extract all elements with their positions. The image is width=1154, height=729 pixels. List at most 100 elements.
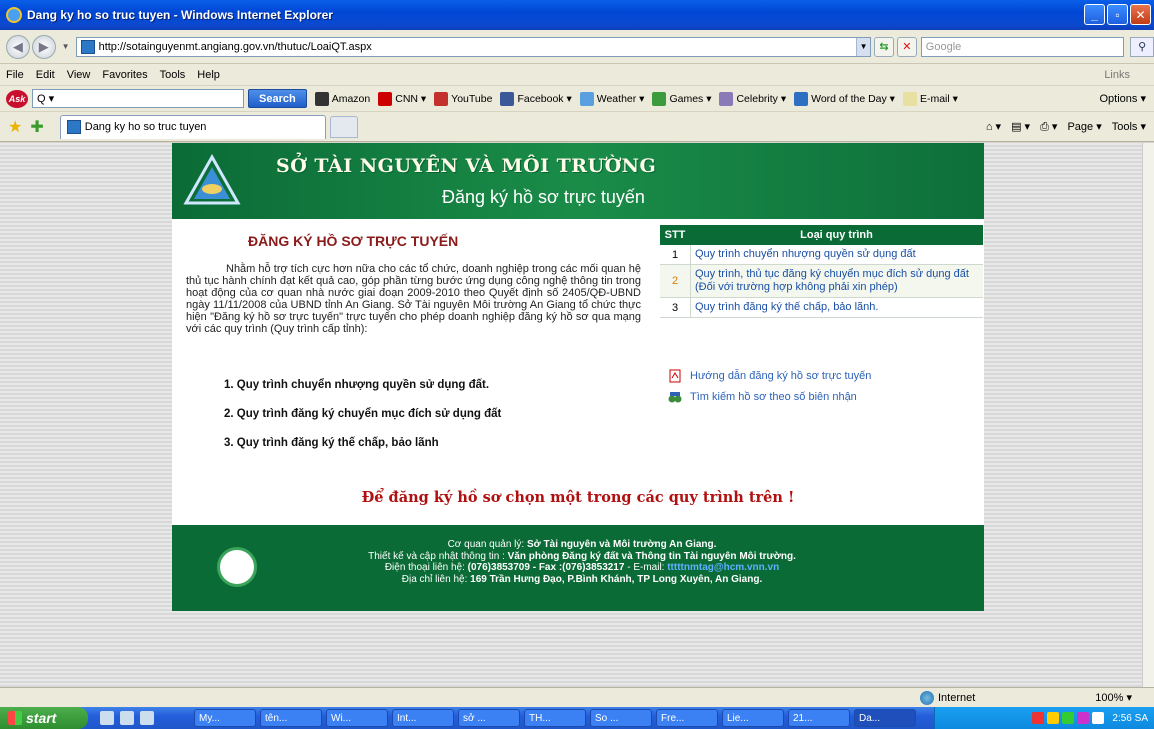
window-titlebar[interactable]: Dang ky ho so truc tuyen - Windows Inter… (0, 0, 1154, 30)
toolbar-amazon[interactable]: Amazon (314, 91, 370, 106)
table-header: STT Loại quy trình (660, 225, 983, 245)
site-tagline: Đăng ký hồ sơ trực tuyến (442, 187, 645, 207)
tray-icon[interactable] (1047, 712, 1060, 724)
search-receipt-link[interactable]: Tìm kiếm hồ sơ theo số biên nhận (668, 390, 871, 404)
links-toolbar[interactable]: Links (1104, 69, 1130, 81)
org-name: SỞ TÀI NGUYÊN VÀ MÔI TRƯỜNG (276, 155, 657, 177)
call-to-action: Để đăng ký hồ sơ chọn một trong các quy … (361, 489, 795, 506)
toolbar-youtube[interactable]: YouTube (434, 91, 492, 106)
quick-launch-icon[interactable] (140, 711, 154, 725)
taskbar-button[interactable]: 21... (788, 709, 850, 727)
taskbar-button[interactable]: Lie... (722, 709, 784, 727)
close-button[interactable]: ✕ (1130, 4, 1151, 25)
menu-view[interactable]: View (67, 69, 91, 81)
tray-icon[interactable] (1077, 712, 1090, 724)
back-button[interactable]: ◀ (6, 34, 30, 59)
intro-paragraph: Nhằm hỗ trợ tích cực hơn nữa cho các tổ … (186, 263, 641, 335)
tab-row: ★ ✚ Dang ky ho so truc tuyen ⌂ ▾ ▤ ▾ ⎙ ▾… (0, 112, 1154, 142)
page-favicon-icon (80, 39, 95, 54)
tray-icon[interactable] (1092, 712, 1105, 724)
content-viewport: SỞ TÀI NGUYÊN VÀ MÔI TRƯỜNG Đăng ký hồ s… (0, 143, 1142, 687)
security-zone[interactable]: Internet (920, 690, 975, 705)
site-banner: SỞ TÀI NGUYÊN VÀ MÔI TRƯỜNG Đăng ký hồ s… (172, 143, 984, 219)
taskbar-button-active[interactable]: Da... (854, 709, 916, 727)
toolbar-celebrity[interactable]: Celebrity ▾ (719, 91, 786, 106)
minimize-button[interactable]: _ (1084, 4, 1105, 25)
site-footer: Cơ quan quản lý: Sở Tài nguyên và Môi tr… (172, 525, 984, 611)
forward-button[interactable]: ▶ (31, 34, 56, 59)
search-input[interactable]: Google (920, 36, 1125, 57)
add-favorites-icon[interactable]: ✚ (30, 117, 43, 137)
feeds-icon[interactable]: ▤ ▾ (1011, 120, 1030, 133)
menu-favorites[interactable]: Favorites (102, 69, 147, 81)
tools-menu[interactable]: Tools ▾ (1112, 120, 1146, 133)
toolbar-email[interactable]: E-mail ▾ (902, 91, 958, 106)
menu-bar: File Edit View Favorites Tools Help Link… (0, 64, 1154, 86)
amazon-icon (314, 91, 329, 106)
taskbar-button[interactable]: So ... (590, 709, 652, 727)
taskbar-button[interactable]: sở ... (458, 709, 520, 727)
url-dropdown-icon[interactable]: ▼ (856, 37, 871, 56)
guide-link[interactable]: Hướng dẫn đăng ký hồ sơ trực tuyến (668, 369, 871, 383)
menu-tools[interactable]: Tools (160, 69, 186, 81)
tray-icon[interactable] (1032, 712, 1045, 724)
taskbar-button[interactable]: TH... (524, 709, 586, 727)
window-title: Dang ky ho so truc tuyen - Windows Inter… (27, 8, 333, 22)
tray-icon[interactable] (1062, 712, 1075, 724)
footer-email-link[interactable]: tttttnmtag@hcm.vnn.vn (667, 562, 779, 573)
toolbar-facebook[interactable]: Facebook ▾ (500, 91, 572, 106)
vertical-scrollbar[interactable] (1142, 143, 1154, 687)
menu-edit[interactable]: Edit (36, 69, 55, 81)
taskbar-button[interactable]: Fre... (656, 709, 718, 727)
favorites-star-icon[interactable]: ★ (8, 117, 22, 137)
email-icon (902, 91, 917, 106)
tab-current[interactable]: Dang ky ho so truc tuyen (59, 114, 326, 139)
address-bar: ◀ ▶ ▼ http://sotainguyenmt.angiang.gov.v… (0, 30, 1154, 64)
ask-toolbar: Ask Q ▾ Search Amazon CNN ▾ YouTube Face… (0, 86, 1154, 112)
toolbar-cnn[interactable]: CNN ▾ (378, 91, 426, 106)
list-item: 2. Quy trình đăng ký chuyển mục đích sử … (224, 408, 502, 420)
status-bar: Internet 100% ▾ (0, 687, 1154, 707)
table-row: 2 Quy trình, thủ tục đăng ký chuyển mục … (660, 265, 983, 298)
recent-pages-dropdown[interactable]: ▼ (62, 42, 70, 51)
ask-logo-icon[interactable]: Ask (6, 89, 28, 108)
ask-search-input[interactable]: Q ▾ (32, 89, 244, 108)
pdf-icon (669, 369, 681, 383)
stop-button[interactable]: ✕ (896, 36, 917, 57)
start-button[interactable]: start (0, 707, 88, 729)
url-text[interactable]: http://sotainguyenmt.angiang.gov.vn/thut… (99, 41, 857, 53)
ask-search-button[interactable]: Search (248, 89, 307, 108)
taskbar-button[interactable]: Wi... (326, 709, 388, 727)
toolbar-games[interactable]: Games ▾ (652, 91, 711, 106)
taskbar-button[interactable]: My... (194, 709, 256, 727)
row-number: 3 (671, 301, 679, 314)
menu-help[interactable]: Help (197, 69, 220, 81)
procedure-link[interactable]: Quy trình đăng ký thế chấp, bảo lãnh. (690, 298, 983, 317)
toolbar-word-of-the-day[interactable]: Word of the Day ▾ (794, 91, 895, 106)
toolbar-weather[interactable]: Weather ▾ (579, 91, 644, 106)
youtube-icon (434, 91, 449, 106)
clock: 2:56 SA (1112, 712, 1148, 724)
list-item: 3. Quy trình đăng ký thế chấp, bảo lãnh (224, 437, 439, 449)
taskbar-button[interactable]: Int... (392, 709, 454, 727)
maximize-button[interactable]: ▫ (1107, 4, 1128, 25)
menu-file[interactable]: File (6, 69, 24, 81)
procedure-table: STT Loại quy trình 1 Quy trình chuyển nh… (660, 225, 983, 318)
url-field[interactable]: http://sotainguyenmt.angiang.gov.vn/thut… (75, 36, 872, 57)
row-number: 1 (671, 248, 679, 261)
new-tab-button[interactable] (329, 115, 358, 138)
options-button[interactable]: Options ▾ (1100, 92, 1147, 105)
home-icon[interactable]: ⌂ ▾ (986, 120, 1001, 133)
procedure-link[interactable]: Quy trình chuyển nhượng quyền sử dụng đấ… (690, 245, 983, 264)
print-icon[interactable]: ⎙ ▾ (1040, 120, 1057, 134)
internet-globe-icon (920, 690, 934, 705)
page-menu[interactable]: Page ▾ (1067, 120, 1101, 133)
quick-launch-icon[interactable] (100, 711, 114, 725)
quick-launch-icon[interactable] (120, 711, 134, 725)
footer-line-agency: Cơ quan quản lý: Sở Tài nguyên và Môi tr… (447, 539, 717, 550)
procedure-link[interactable]: Quy trình, thủ tục đăng ký chuyển mục đí… (690, 265, 983, 297)
zoom-level[interactable]: 100% ▾ (1095, 691, 1132, 704)
search-icon[interactable]: ⚲ (1130, 36, 1154, 57)
taskbar-button[interactable]: tên... (260, 709, 322, 727)
refresh-button[interactable]: ⇆ (874, 36, 894, 57)
